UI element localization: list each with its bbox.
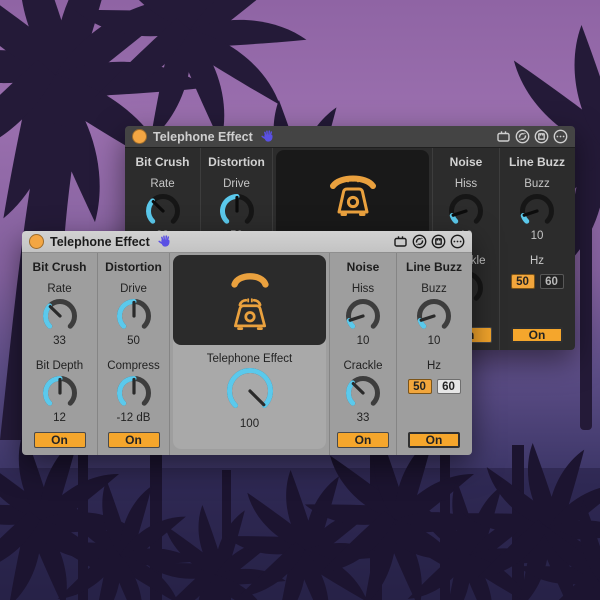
hz-50-button[interactable]: 50 [511, 274, 535, 289]
knob-label: Drive [120, 283, 147, 296]
knob-value: 33 [53, 335, 66, 348]
main-knob-value: 100 [170, 418, 329, 430]
knob-value: 10 [428, 335, 441, 348]
knob-value: 50 [127, 335, 140, 348]
hot-swap-icon[interactable] [515, 129, 530, 144]
knob-label: Crackle [344, 360, 383, 373]
noise-on-button[interactable]: On [337, 432, 389, 448]
knob-label: Compress [107, 360, 159, 373]
telephone-display [276, 150, 429, 240]
section-title: Noise [450, 155, 483, 169]
device-activator-toggle[interactable] [132, 129, 147, 144]
more-options-icon[interactable] [450, 234, 465, 249]
compress-knob[interactable] [116, 375, 152, 411]
device-titlebar[interactable]: Telephone Effect [125, 126, 575, 148]
knob-label: Hiss [352, 283, 374, 296]
device-titlebar[interactable]: Telephone Effect [22, 231, 472, 253]
device-activator-toggle[interactable] [29, 234, 44, 249]
bit-crush-on-button[interactable]: On [34, 432, 86, 448]
knob-label: Buzz [421, 283, 447, 296]
hot-swap-icon[interactable] [412, 234, 427, 249]
rate-knob[interactable] [145, 193, 181, 229]
line-buzz-on-button[interactable]: On [511, 327, 563, 343]
save-preset-icon[interactable] [431, 234, 446, 249]
drive-knob[interactable] [219, 193, 255, 229]
section-distortion: Distortion Drive 50 Compress -12 dB On [98, 253, 170, 455]
hz-60-button[interactable]: 60 [437, 379, 461, 394]
hz-selector: Hz 50 60 [511, 255, 564, 289]
main-knob-label: Telephone Effect [170, 353, 329, 366]
section-telephone: Telephone Effect 100 [170, 253, 330, 455]
knob-value: 33 [357, 412, 370, 425]
hz-60-button[interactable]: 60 [540, 274, 564, 289]
hand-drag-icon [158, 234, 173, 249]
hz-selector: Hz 50 60 [408, 360, 461, 394]
device-window-front: Telephone Effect [22, 231, 472, 455]
titlebar-icons [496, 129, 568, 144]
hiss-knob[interactable] [345, 298, 381, 334]
bit-depth-knob[interactable] [42, 375, 78, 411]
knob-label: Drive [223, 178, 250, 191]
section-bit-crush: Bit Crush Rate 33 Bit Depth 12 On [22, 253, 98, 455]
section-noise: Noise Hiss 10 Crackle 33 On [330, 253, 397, 455]
hz-label: Hz [427, 360, 441, 373]
knob-label: Hiss [455, 178, 477, 191]
telephone-effect-knob[interactable] [226, 367, 274, 415]
save-preset-icon[interactable] [534, 129, 549, 144]
buzz-knob[interactable] [416, 298, 452, 334]
section-title: Distortion [208, 155, 265, 169]
hiss-knob[interactable] [448, 193, 484, 229]
section-line-buzz: Line Buzz Buzz 10 Hz 50 60 On [397, 253, 471, 455]
section-title: Line Buzz [509, 155, 565, 169]
section-title: Noise [347, 260, 380, 274]
device-title: Telephone Effect [50, 235, 150, 249]
knob-label: Bit Depth [36, 360, 83, 373]
knob-value: -12 dB [117, 412, 151, 425]
line-buzz-on-button[interactable]: On [408, 432, 460, 448]
section-title: Bit Crush [136, 155, 190, 169]
knob-label: Buzz [524, 178, 550, 191]
device-body: Bit Crush Rate 33 Bit Depth 12 On Distor… [22, 253, 472, 455]
knob-value: 12 [53, 412, 66, 425]
section-title: Bit Crush [33, 260, 87, 274]
section-line-buzz: Line Buzz Buzz 10 Hz 50 60 On [500, 148, 574, 350]
distortion-on-button[interactable]: On [108, 432, 160, 448]
section-title: Distortion [105, 260, 162, 274]
screenshot-stage: Telephone Effect [0, 0, 600, 600]
hand-drag-icon [261, 129, 276, 144]
telephone-base-icon [228, 296, 272, 332]
routing-icon[interactable] [496, 129, 511, 144]
telephone-display [173, 255, 326, 345]
more-options-icon[interactable] [553, 129, 568, 144]
buzz-knob[interactable] [519, 193, 555, 229]
routing-icon[interactable] [393, 234, 408, 249]
telephone-down-icon [327, 173, 379, 217]
hz-50-button[interactable]: 50 [408, 379, 432, 394]
knob-label: Rate [150, 178, 174, 191]
knob-value: 10 [531, 230, 544, 243]
knob-label: Rate [47, 283, 71, 296]
knob-value: 10 [357, 335, 370, 348]
handset-lifted-icon [227, 269, 273, 289]
drive-knob[interactable] [116, 298, 152, 334]
hz-label: Hz [530, 255, 544, 268]
device-title: Telephone Effect [153, 130, 253, 144]
rate-knob[interactable] [42, 298, 78, 334]
titlebar-icons [393, 234, 465, 249]
crackle-knob[interactable] [345, 375, 381, 411]
section-title: Line Buzz [406, 260, 462, 274]
